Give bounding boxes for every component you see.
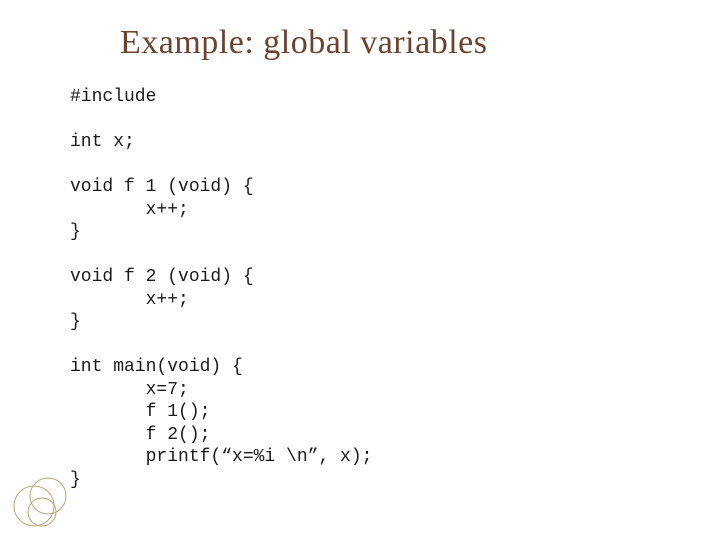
code-block: #include int x; void f 1 (void) { x++; }… [70, 86, 660, 491]
slide-title: Example: global variables [120, 24, 660, 62]
corner-ornament-icon [12, 468, 72, 528]
slide: Example: global variables #include int x… [0, 0, 720, 540]
